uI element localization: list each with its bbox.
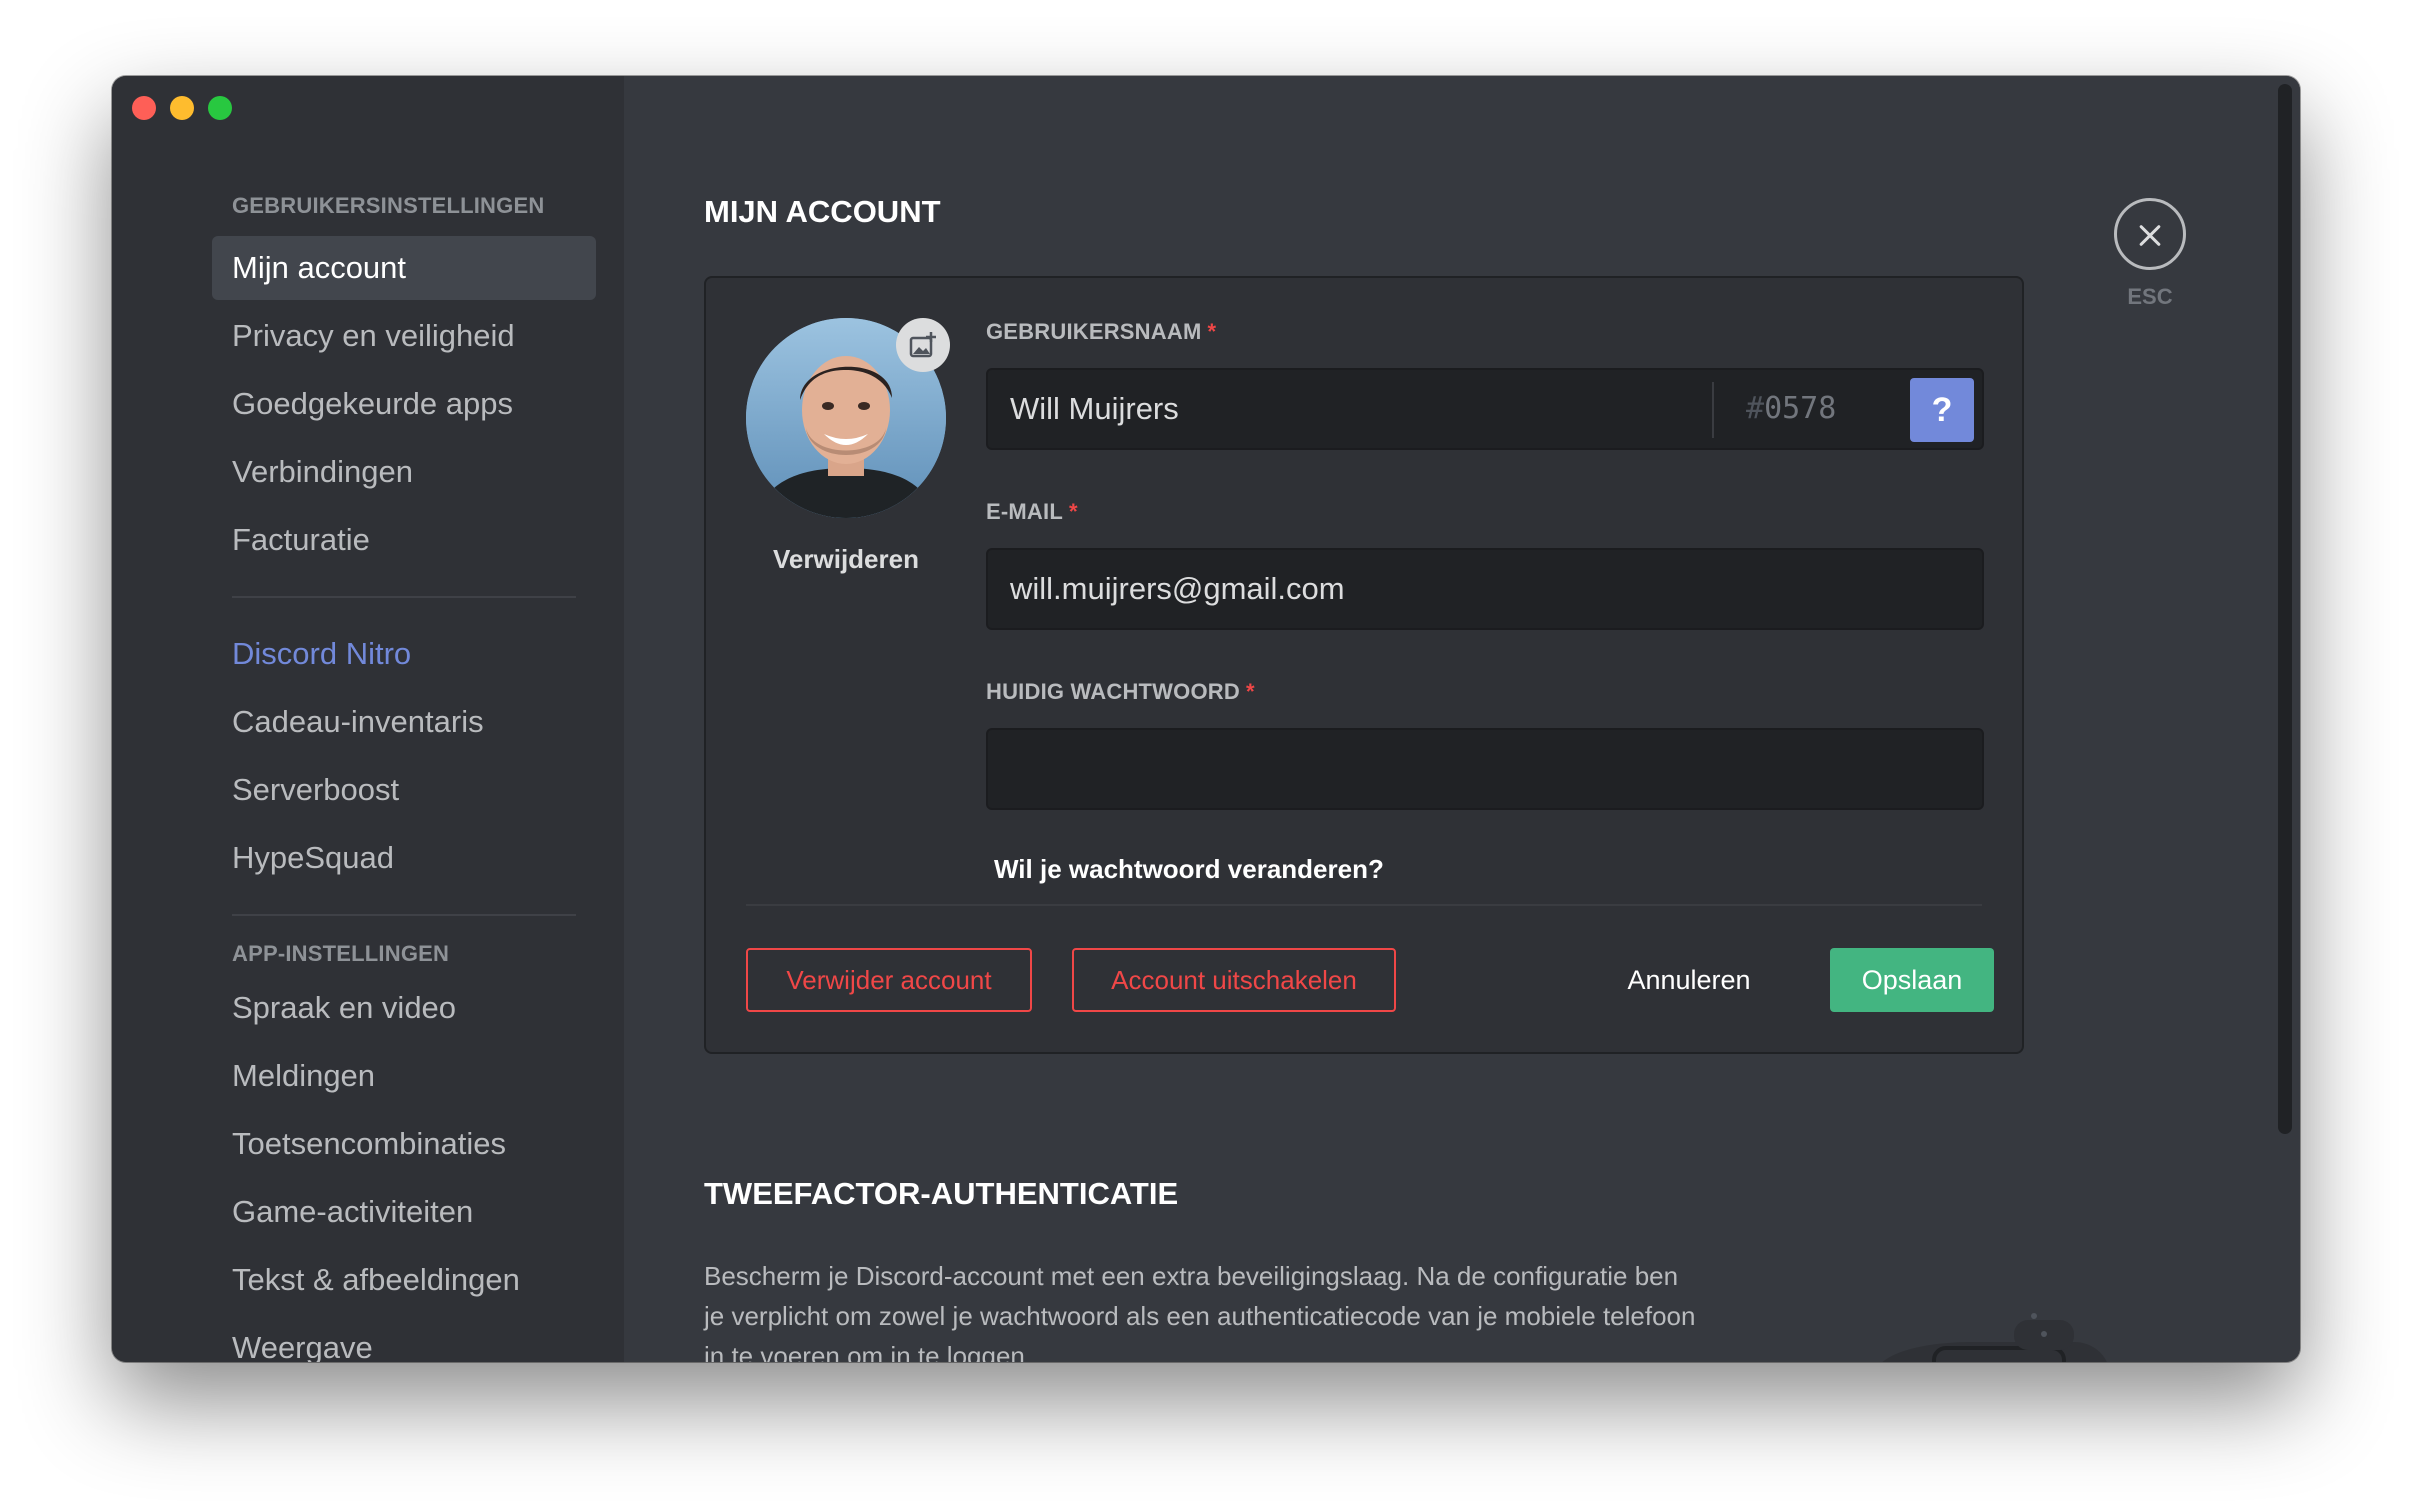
email-field[interactable]: will.muijrers@gmail.com bbox=[986, 548, 1984, 630]
sidebar-item-connections[interactable]: Verbindingen bbox=[212, 440, 596, 504]
delete-account-button[interactable]: Verwijder account bbox=[746, 948, 1032, 1012]
window-controls bbox=[132, 96, 232, 120]
settings-window: GEBRUIKERSINSTELLINGEN Mijn account Priv… bbox=[112, 76, 2300, 1362]
two-factor-title: TWEEFACTOR-AUTHENTICATIE bbox=[704, 1176, 1179, 1211]
remove-avatar-link[interactable]: Verwijderen bbox=[746, 544, 946, 575]
sidebar-item-game-activity[interactable]: Game-activiteiten bbox=[212, 1180, 596, 1244]
settings-nav: GEBRUIKERSINSTELLINGEN Mijn account Priv… bbox=[212, 192, 596, 1362]
sidebar-item-appearance[interactable]: Weergave bbox=[212, 1316, 596, 1362]
window-close-button[interactable] bbox=[132, 96, 156, 120]
discriminator-field[interactable]: #0578 bbox=[1746, 370, 1836, 448]
image-add-icon[interactable] bbox=[896, 318, 950, 372]
sidebar-item-hypesquad[interactable]: HypeSquad bbox=[212, 826, 596, 890]
nav-divider bbox=[232, 914, 576, 916]
sidebar-item-text-images[interactable]: Tekst & afbeeldingen bbox=[212, 1248, 596, 1312]
sidebar-item-notifications[interactable]: Meldingen bbox=[212, 1044, 596, 1108]
cancel-button[interactable]: Annuleren bbox=[1624, 948, 1754, 1012]
sidebar-item-my-account[interactable]: Mijn account bbox=[212, 236, 596, 300]
change-password-link[interactable]: Wil je wachtwoord veranderen? bbox=[994, 854, 1984, 885]
two-factor-illustration bbox=[1864, 1312, 2114, 1362]
save-button[interactable]: Opslaan bbox=[1830, 948, 1994, 1012]
discriminator-value: 0578 bbox=[1764, 391, 1837, 426]
sidebar-item-privacy[interactable]: Privacy en veiligheid bbox=[212, 304, 596, 368]
input-divider bbox=[1712, 382, 1714, 438]
user-settings-header: GEBRUIKERSINSTELLINGEN bbox=[232, 193, 545, 218]
help-button[interactable]: ? bbox=[1910, 378, 1974, 442]
nav-divider bbox=[232, 596, 576, 598]
email-value: will.muijrers@gmail.com bbox=[1010, 571, 1345, 606]
sidebar-item-server-boost[interactable]: Serverboost bbox=[212, 758, 596, 822]
account-fields: GEBRUIKERSNAAM * Will Muijrers #0578 ? E-… bbox=[986, 318, 1984, 885]
app-settings-header: APP-INSTELLINGEN bbox=[232, 941, 450, 966]
sidebar-item-billing[interactable]: Facturatie bbox=[212, 508, 596, 572]
two-factor-description: Bescherm je Discord-account met een extr… bbox=[704, 1261, 1696, 1362]
content-scrollbar[interactable] bbox=[2278, 84, 2292, 1134]
discriminator-hash: # bbox=[1746, 391, 1765, 426]
page-title: MIJN ACCOUNT bbox=[704, 194, 941, 229]
required-marker: * bbox=[1068, 499, 1078, 524]
required-marker: * bbox=[1207, 319, 1217, 344]
sidebar-item-keybinds[interactable]: Toetsencombinaties bbox=[212, 1112, 596, 1176]
account-card: Verwijderen GEBRUIKERSNAAM * Will Muijrer… bbox=[704, 276, 2024, 1054]
close-settings: ESC bbox=[2114, 198, 2186, 310]
close-icon[interactable] bbox=[2114, 198, 2186, 270]
settings-sidebar: GEBRUIKERSINSTELLINGEN Mijn account Priv… bbox=[112, 76, 624, 1362]
disable-account-button[interactable]: Account uitschakelen bbox=[1072, 948, 1396, 1012]
required-marker: * bbox=[1245, 679, 1255, 704]
settings-content: MIJN ACCOUNT ESC Verwijderen GEBRUIKERSN… bbox=[624, 76, 2300, 1362]
esc-label: ESC bbox=[2127, 284, 2173, 309]
username-label: GEBRUIKERSNAAM * bbox=[986, 319, 1217, 344]
window-zoom-button[interactable] bbox=[208, 96, 232, 120]
password-label: HUIDIG WACHTWOORD * bbox=[986, 679, 1255, 704]
window-minimize-button[interactable] bbox=[170, 96, 194, 120]
username-value: Will Muijrers bbox=[1010, 391, 1179, 426]
sidebar-item-authorized-apps[interactable]: Goedgekeurde apps bbox=[212, 372, 596, 436]
avatar-section: Verwijderen bbox=[746, 318, 950, 575]
sidebar-item-discord-nitro[interactable]: Discord Nitro bbox=[212, 622, 596, 686]
sidebar-item-voice-video[interactable]: Spraak en video bbox=[212, 976, 596, 1040]
username-input[interactable]: Will Muijrers #0578 ? bbox=[986, 368, 1984, 450]
sidebar-item-gift-inventory[interactable]: Cadeau-inventaris bbox=[212, 690, 596, 754]
email-label: E-MAIL * bbox=[986, 499, 1078, 524]
password-field[interactable] bbox=[986, 728, 1984, 810]
card-divider bbox=[746, 904, 1982, 906]
